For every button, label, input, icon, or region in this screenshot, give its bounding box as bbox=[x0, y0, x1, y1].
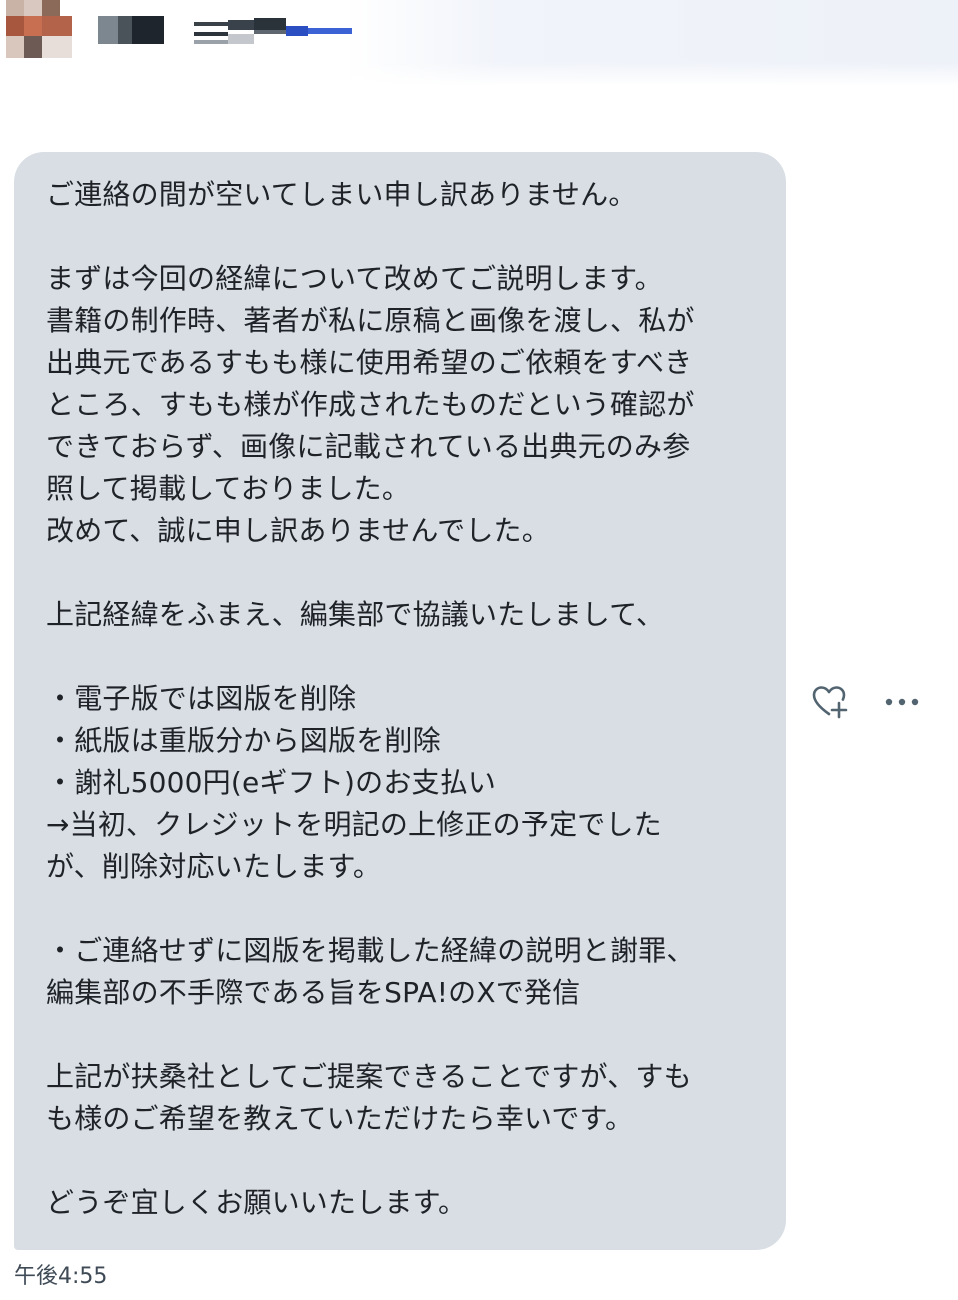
display-name[interactable] bbox=[98, 10, 168, 50]
message-line: どうぞ宜しくお願いいたします。 bbox=[46, 1186, 467, 1219]
avatar[interactable] bbox=[6, 0, 72, 58]
message-line: 編集部の不手際である旨をSPA!のXで発信 bbox=[46, 976, 581, 1009]
message-line: ・電子版では図版を削除 bbox=[46, 682, 357, 715]
message-line: ところ、すもも様が作成されたものだという確認が bbox=[46, 388, 695, 421]
more-horizontal-icon bbox=[885, 698, 919, 706]
message-line: →当初、クレジットを明記の上修正の予定でした bbox=[46, 808, 662, 841]
message-timestamp: 午後4:55 bbox=[14, 1264, 108, 1289]
message-line: ご連絡の間が空いてしまい申し訳ありません。 bbox=[46, 178, 637, 211]
user-handle bbox=[194, 16, 354, 50]
message-line: 書籍の制作時、著者が私に原稿と画像を渡し、私が bbox=[46, 304, 695, 337]
message-bubble[interactable]: ご連絡の間が空いてしまい申し訳ありません。 まずは今回の経緯について改めてご説明… bbox=[14, 152, 786, 1250]
message-line: 上記が扶桑社としてご提案できることですが、すも bbox=[46, 1060, 692, 1093]
message-line: 上記経緯をふまえ、編集部で協議いたしまして、 bbox=[46, 598, 665, 631]
heart-plus-icon bbox=[812, 686, 848, 719]
message-line: まずは今回の経緯について改めてご説明します。 bbox=[46, 262, 663, 295]
react-button[interactable] bbox=[810, 683, 850, 721]
message-line: が、削除対応いたします。 bbox=[46, 850, 382, 883]
message-line: ・紙版は重版分から図版を削除 bbox=[46, 724, 441, 757]
message-line: 出典元であるすもも様に使用希望のご依頼をすべき bbox=[46, 346, 693, 379]
message-line: できておらず、画像に記載されている出典元のみ参 bbox=[46, 430, 691, 463]
message-line: 改めて、誠に申し訳ありませんでした。 bbox=[46, 514, 550, 547]
message-line: ・ご連絡せずに図版を掲載した経緯の説明と謝罪、 bbox=[46, 934, 695, 967]
message-line: ・謝礼5000円(eギフト)のお支払い bbox=[46, 766, 497, 799]
message-line: も様のご希望を教えていただけたら幸いです。 bbox=[46, 1102, 634, 1135]
message-line: 照して掲載しておりました。 bbox=[46, 472, 411, 505]
more-options-button[interactable] bbox=[880, 683, 924, 721]
